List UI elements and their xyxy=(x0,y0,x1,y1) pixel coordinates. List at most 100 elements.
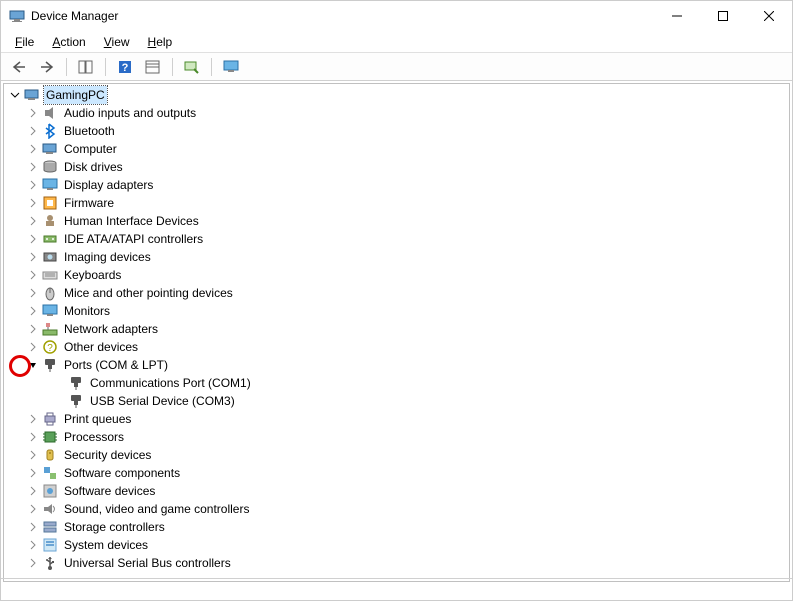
tree-category-label: Processors xyxy=(62,428,126,446)
tree-category-label: Firmware xyxy=(62,194,116,212)
menu-bar: File Action View Help xyxy=(1,31,792,53)
chevron-right-icon[interactable] xyxy=(26,142,40,156)
chevron-right-icon[interactable] xyxy=(26,556,40,570)
forward-button[interactable] xyxy=(35,56,59,78)
chevron-right-icon[interactable] xyxy=(26,196,40,210)
device-tree[interactable]: GamingPC Audio inputs and outputsBluetoo… xyxy=(3,83,790,582)
chevron-right-icon[interactable] xyxy=(26,466,40,480)
chevron-down-icon[interactable] xyxy=(8,88,22,102)
tree-category[interactable]: Bluetooth xyxy=(4,122,789,140)
toolbar-divider xyxy=(211,58,212,76)
toolbar-divider xyxy=(172,58,173,76)
chevron-right-icon[interactable] xyxy=(26,214,40,228)
toolbar-divider xyxy=(66,58,67,76)
tree-category[interactable]: Software devices xyxy=(4,482,789,500)
tree-category[interactable]: Human Interface Devices xyxy=(4,212,789,230)
minimize-button[interactable] xyxy=(654,1,700,31)
chevron-right-icon[interactable] xyxy=(26,268,40,282)
tree-category[interactable]: Monitors xyxy=(4,302,789,320)
chevron-right-icon[interactable] xyxy=(26,448,40,462)
chevron-right-icon[interactable] xyxy=(26,232,40,246)
tree-category[interactable]: Processors xyxy=(4,428,789,446)
menu-action[interactable]: Action xyxy=(44,33,93,51)
tree-category[interactable]: ? Other devices xyxy=(4,338,789,356)
tree-category-label: Print queues xyxy=(62,410,133,428)
chevron-right-icon[interactable] xyxy=(26,430,40,444)
chevron-right-icon[interactable] xyxy=(26,538,40,552)
tree-category-label: Human Interface Devices xyxy=(62,212,201,230)
close-button[interactable] xyxy=(746,1,792,31)
menu-view[interactable]: View xyxy=(96,33,138,51)
tree-category[interactable]: Firmware xyxy=(4,194,789,212)
menu-help[interactable]: Help xyxy=(140,33,181,51)
tree-device-label: Communications Port (COM1) xyxy=(88,374,253,392)
chevron-right-icon[interactable] xyxy=(26,340,40,354)
status-bar xyxy=(1,578,792,600)
chevron-right-icon[interactable] xyxy=(26,520,40,534)
tree-category[interactable]: Print queues xyxy=(4,410,789,428)
tree-category[interactable]: System devices xyxy=(4,536,789,554)
chevron-down-icon[interactable] xyxy=(26,358,40,372)
tree-category-label: Keyboards xyxy=(62,266,123,284)
title-bar: Device Manager xyxy=(1,1,792,31)
tree-category[interactable]: Sound, video and game controllers xyxy=(4,500,789,518)
no-expander xyxy=(52,376,66,390)
menu-file[interactable]: File xyxy=(7,33,42,51)
tree-category-label: Imaging devices xyxy=(62,248,153,266)
tree-category[interactable]: Universal Serial Bus controllers xyxy=(4,554,789,572)
tree-category[interactable]: Mice and other pointing devices xyxy=(4,284,789,302)
tree-device[interactable]: USB Serial Device (COM3) xyxy=(4,392,789,410)
chevron-right-icon[interactable] xyxy=(26,502,40,516)
tree-category[interactable]: IDE ATA/ATAPI controllers xyxy=(4,230,789,248)
tree-category[interactable]: Disk drives xyxy=(4,158,789,176)
toolbar-help-button[interactable]: ? xyxy=(113,56,137,78)
toolbar: ? xyxy=(1,53,792,81)
maximize-button[interactable] xyxy=(700,1,746,31)
tree-category[interactable]: Security devices xyxy=(4,446,789,464)
tree-category[interactable]: Ports (COM & LPT) xyxy=(4,356,789,374)
chevron-right-icon[interactable] xyxy=(26,178,40,192)
toolbar-scan-button[interactable] xyxy=(180,56,204,78)
tree-category[interactable]: Keyboards xyxy=(4,266,789,284)
tree-device[interactable]: Communications Port (COM1) xyxy=(4,374,789,392)
chevron-right-icon[interactable] xyxy=(26,304,40,318)
chevron-right-icon[interactable] xyxy=(26,286,40,300)
tree-category-label: IDE ATA/ATAPI controllers xyxy=(62,230,205,248)
firmware-icon xyxy=(42,195,58,211)
tree-category[interactable]: Computer xyxy=(4,140,789,158)
tree-category[interactable]: Software components xyxy=(4,464,789,482)
toolbar-show-hide-button[interactable] xyxy=(74,56,98,78)
tree-category[interactable]: Network adapters xyxy=(4,320,789,338)
tree-category-label: Other devices xyxy=(62,338,140,356)
chevron-right-icon[interactable] xyxy=(26,124,40,138)
tree-category[interactable]: Audio inputs and outputs xyxy=(4,104,789,122)
toolbar-monitor-button[interactable] xyxy=(219,56,243,78)
tree-category[interactable]: Storage controllers xyxy=(4,518,789,536)
computer-icon xyxy=(24,87,40,103)
tree-root-label: GamingPC xyxy=(44,86,107,104)
monitor-icon xyxy=(42,303,58,319)
chevron-right-icon[interactable] xyxy=(26,106,40,120)
no-expander xyxy=(52,394,66,408)
back-button[interactable] xyxy=(7,56,31,78)
tree-category-label: Ports (COM & LPT) xyxy=(62,356,170,374)
tree-category[interactable]: Display adapters xyxy=(4,176,789,194)
system-icon xyxy=(42,537,58,553)
tree-category-label: Computer xyxy=(62,140,119,158)
chevron-right-icon[interactable] xyxy=(26,250,40,264)
swdev-icon xyxy=(42,483,58,499)
chevron-right-icon[interactable] xyxy=(26,160,40,174)
svg-text:?: ? xyxy=(47,343,53,354)
chevron-right-icon[interactable] xyxy=(26,412,40,426)
toolbar-divider xyxy=(105,58,106,76)
chevron-right-icon[interactable] xyxy=(26,322,40,336)
computer-icon xyxy=(42,141,58,157)
network-icon xyxy=(42,321,58,337)
ide-icon xyxy=(42,231,58,247)
tree-category-label: Audio inputs and outputs xyxy=(62,104,198,122)
toolbar-properties-button[interactable] xyxy=(141,56,165,78)
tree-category[interactable]: Imaging devices xyxy=(4,248,789,266)
tree-root[interactable]: GamingPC xyxy=(4,86,789,104)
chevron-right-icon[interactable] xyxy=(26,484,40,498)
tree-category-label: Disk drives xyxy=(62,158,125,176)
